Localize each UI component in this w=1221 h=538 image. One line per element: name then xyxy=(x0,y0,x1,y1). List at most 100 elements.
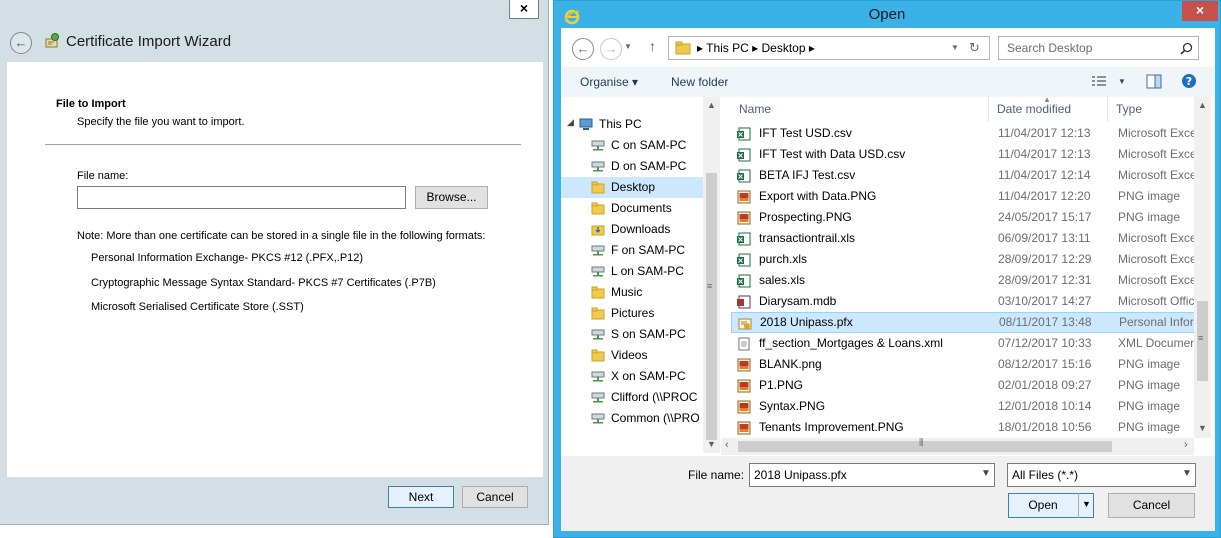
organise-menu[interactable]: Organise ▾ xyxy=(580,75,638,89)
png-file-icon xyxy=(737,190,751,204)
help-icon[interactable]: ? xyxy=(1181,73,1197,89)
file-row[interactable]: Export with Data.PNG 11/04/2017 12:20 PNG … xyxy=(731,186,1195,207)
format-item: Microsoft Serialised Certificate Store (… xyxy=(91,301,304,313)
file-row[interactable]: purch.xls 28/09/2017 12:29 Microsoft Exce xyxy=(731,249,1195,270)
file-row[interactable]: Prospecting.PNG 24/05/2017 15:17 PNG image xyxy=(731,207,1195,228)
nav-item[interactable]: X on SAM-PC xyxy=(561,366,703,387)
file-row[interactable]: IFT Test with Data USD.csv 11/04/2017 12:… xyxy=(731,144,1195,165)
wizard-cancel-button[interactable]: Cancel xyxy=(462,486,528,508)
nav-item[interactable]: Downloads xyxy=(561,219,703,240)
file-list-horizontal-scrollbar[interactable]: ‹ ⦀ › xyxy=(721,438,1194,455)
file-name: P1.PNG xyxy=(759,378,804,392)
network-drive-icon xyxy=(591,412,605,424)
file-row[interactable]: BLANK.png 08/12/2017 15:16 PNG image xyxy=(731,354,1195,375)
file-date-modified: 28/09/2017 12:31 xyxy=(998,273,1092,287)
view-options-icon[interactable] xyxy=(1091,75,1107,88)
file-name: IFT Test with Data USD.csv xyxy=(759,147,906,161)
browse-button[interactable]: Browse... xyxy=(415,186,488,209)
column-header-name[interactable]: Name xyxy=(731,97,989,122)
wizard-close-button[interactable]: × xyxy=(509,0,539,19)
nav-item[interactable]: Music xyxy=(561,282,703,303)
back-arrow-icon[interactable]: ← xyxy=(572,38,594,60)
nav-item[interactable]: Desktop xyxy=(561,177,703,198)
file-row[interactable]: P1.PNG 02/01/2018 09:27 PNG image xyxy=(731,375,1195,396)
wizard-back-button[interactable]: ← xyxy=(10,32,32,54)
nav-item-label: Clifford (\\PROC xyxy=(611,390,698,404)
nav-item[interactable]: This PC xyxy=(561,114,703,135)
nav-item[interactable]: S on SAM-PC xyxy=(561,324,703,345)
file-row[interactable]: Tenants Improvement.PNG 18/01/2018 10:56 P… xyxy=(731,417,1195,438)
file-row[interactable]: transactiontrail.xls 06/09/2017 13:11 Micr… xyxy=(731,228,1195,249)
file-type: Microsoft Exce xyxy=(1118,231,1195,245)
excel-file-icon xyxy=(737,253,751,267)
address-bar[interactable]: ▸ This PC ▸ Desktop ▸ ▼ ↻ xyxy=(668,36,990,60)
search-input[interactable]: Search Desktop xyxy=(1007,41,1092,55)
nav-item[interactable]: L on SAM-PC xyxy=(561,261,703,282)
navigation-pane-scrollbar[interactable]: ▲ ≡ ▼ xyxy=(703,97,720,453)
column-header-type[interactable]: Type xyxy=(1108,97,1198,122)
nav-item[interactable]: F on SAM-PC xyxy=(561,240,703,261)
next-button[interactable]: Next xyxy=(388,486,454,508)
file-row[interactable]: 2018 Unipass.pfx 08/11/2017 13:48 Personal… xyxy=(731,312,1195,333)
xml-file-icon xyxy=(737,337,751,351)
scroll-up-icon[interactable]: ▲ xyxy=(703,100,720,110)
file-name-input[interactable]: 2018 Unipass.pfx xyxy=(754,468,847,482)
scroll-right-icon[interactable]: › xyxy=(1184,439,1188,451)
nav-item[interactable]: Common (\\PRO xyxy=(561,408,703,429)
search-box[interactable]: Search Desktop xyxy=(998,36,1199,60)
file-type: PNG image xyxy=(1118,378,1181,392)
nav-item[interactable]: Clifford (\\PROC xyxy=(561,387,703,408)
file-date-modified: 02/01/2018 09:27 xyxy=(998,378,1092,392)
dialog-close-button[interactable]: × xyxy=(1182,1,1218,21)
wizard-title: Certificate Import Wizard xyxy=(66,33,232,50)
wizard-file-name-input[interactable] xyxy=(77,186,406,209)
nav-item-label: S on SAM-PC xyxy=(611,327,686,341)
address-dropdown-icon[interactable]: ▼ xyxy=(951,43,959,52)
file-row[interactable]: sales.xls 28/09/2017 12:31 Microsoft Exce xyxy=(731,270,1195,291)
address-path: ▸ This PC ▸ Desktop ▸ xyxy=(697,41,815,55)
file-type: XML Documen xyxy=(1118,336,1195,350)
new-folder-button[interactable]: New folder xyxy=(671,75,728,89)
file-type-filter[interactable]: All Files (*.*) ▼ xyxy=(1007,463,1196,487)
view-dropdown-icon[interactable]: ▼ xyxy=(1118,77,1126,86)
nav-item-label: C on SAM-PC xyxy=(611,138,687,152)
open-options-dropdown-icon[interactable]: ▼ xyxy=(1078,493,1094,518)
scroll-up-icon[interactable]: ▲ xyxy=(1194,100,1211,110)
forward-arrow-icon[interactable]: → xyxy=(600,38,622,60)
file-name: sales.xls xyxy=(759,273,806,287)
expand-chevron-icon[interactable]: ◢ xyxy=(567,117,574,128)
file-name: transactiontrail.xls xyxy=(759,231,856,245)
file-row[interactable]: BETA IFJ Test.csv 11/04/2017 12:14 Microso… xyxy=(731,165,1195,186)
column-header-date-modified[interactable]: Date modified xyxy=(989,97,1108,122)
file-row[interactable]: Diarysam.mdb 03/10/2017 14:27 Microsoft Of… xyxy=(731,291,1195,312)
scroll-left-icon[interactable]: ‹ xyxy=(725,439,729,451)
file-date-modified: 03/10/2017 14:27 xyxy=(998,294,1092,308)
file-row[interactable]: Syntax.PNG 12/01/2018 10:14 PNG image xyxy=(731,396,1195,417)
nav-item[interactable]: D on SAM-PC xyxy=(561,156,703,177)
nav-item[interactable]: Pictures xyxy=(561,303,703,324)
preview-pane-icon[interactable] xyxy=(1146,74,1162,89)
excel-file-icon xyxy=(737,274,751,288)
nav-item[interactable]: Documents xyxy=(561,198,703,219)
scroll-down-icon[interactable]: ▼ xyxy=(703,439,720,449)
scroll-thumb[interactable] xyxy=(738,441,1112,452)
file-row[interactable]: ff_section_Mortgages & Loans.xml 07/12/20… xyxy=(731,333,1195,354)
chevron-down-icon[interactable]: ▼ xyxy=(1182,468,1192,479)
file-name-combobox[interactable]: 2018 Unipass.pfx ▼ xyxy=(749,463,995,487)
scroll-down-icon[interactable]: ▼ xyxy=(1194,423,1211,433)
chevron-down-icon[interactable]: ▼ xyxy=(981,468,991,479)
recent-locations-chevron-icon[interactable]: ▼ xyxy=(624,42,632,51)
nav-item[interactable]: C on SAM-PC xyxy=(561,135,703,156)
cancel-button[interactable]: Cancel xyxy=(1108,493,1195,518)
file-row[interactable]: IFT Test USD.csv 11/04/2017 12:13 Microsof… xyxy=(731,123,1195,144)
up-arrow-icon[interactable]: ↑ xyxy=(649,38,656,54)
file-date-modified: 12/01/2018 10:14 xyxy=(998,399,1092,413)
scroll-thumb[interactable] xyxy=(706,173,717,440)
dialog-body: ← → ▼ ↑ ▸ This PC ▸ Desktop ▸ ▼ ↻ Search… xyxy=(561,28,1215,531)
file-list-vertical-scrollbar[interactable]: ▲ ≡ ▼ xyxy=(1194,97,1211,438)
search-icon[interactable] xyxy=(1180,42,1193,55)
nav-item-label: D on SAM-PC xyxy=(611,159,687,173)
refresh-icon[interactable]: ↻ xyxy=(969,40,980,56)
file-date-modified: 11/04/2017 12:13 xyxy=(998,147,1091,161)
nav-item[interactable]: Videos xyxy=(561,345,703,366)
